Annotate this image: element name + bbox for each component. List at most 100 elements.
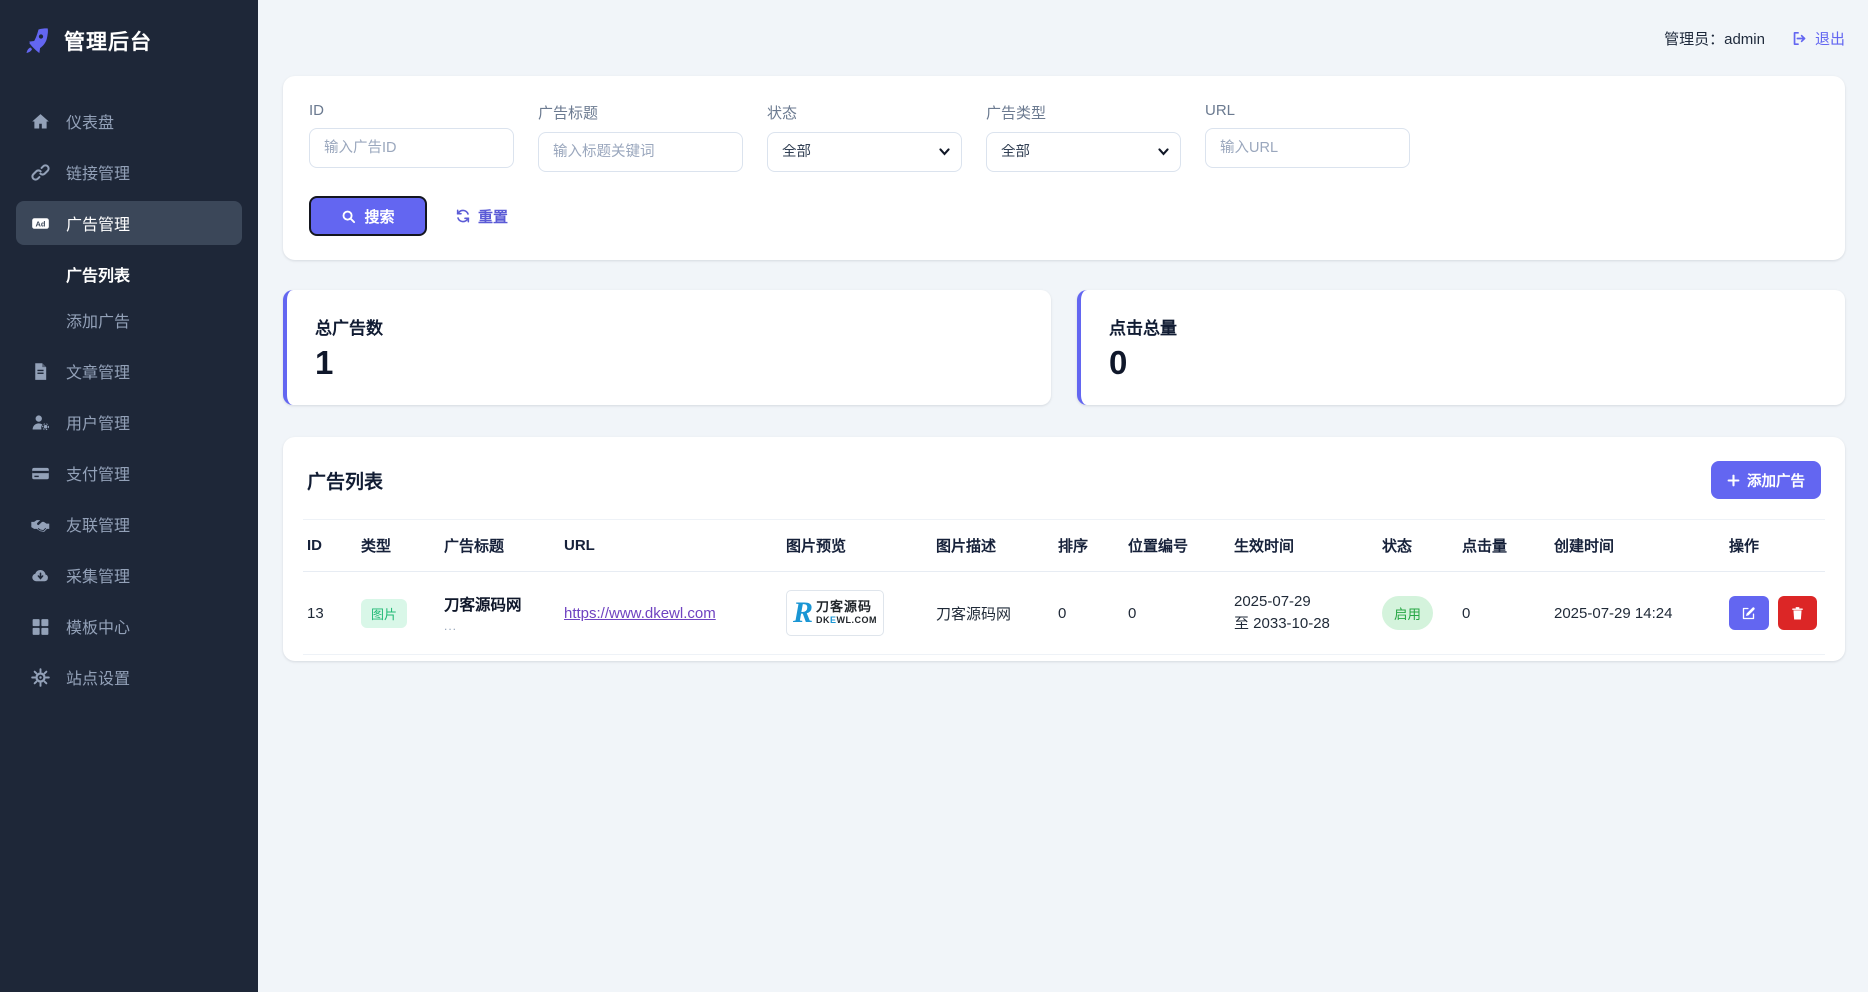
ad-image-preview[interactable]: R 刀客源码 DKEWL.COM bbox=[786, 590, 884, 636]
filter-field-url: URL bbox=[1205, 102, 1410, 172]
col-actions: 操作 bbox=[1725, 520, 1825, 572]
plus-icon bbox=[1727, 474, 1740, 487]
stat-value: 1 bbox=[315, 345, 1023, 381]
col-created: 创建时间 bbox=[1550, 520, 1725, 572]
sidebar-menu: 仪表盘 链接管理 Ad 广告管理 广告列表 添加广告 文章管理 用户管理 支付管… bbox=[0, 92, 258, 706]
sidebar-item-add-ad[interactable]: 添加广告 bbox=[16, 298, 242, 342]
cell-description: 刀客源码网 bbox=[932, 572, 1054, 655]
stats-row: 总广告数 1 点击总量 0 bbox=[283, 290, 1845, 405]
sidebar-item-label: 链接管理 bbox=[66, 160, 130, 184]
ad-url-link[interactable]: https://www.dkewl.com bbox=[564, 605, 716, 622]
link-icon bbox=[30, 162, 51, 183]
col-clicks: 点击量 bbox=[1458, 520, 1550, 572]
sidebar-item-label: 广告管理 bbox=[66, 211, 130, 235]
grid-icon bbox=[30, 616, 51, 637]
topbar: 管理员：admin 退出 bbox=[283, 0, 1845, 76]
search-button-label: 搜索 bbox=[364, 206, 394, 227]
table-header-row: ID 类型 广告标题 URL 图片预览 图片描述 排序 位置编号 生效时间 状态… bbox=[303, 520, 1825, 572]
sidebar-item-label: 站点设置 bbox=[66, 665, 130, 689]
sidebar-item-links[interactable]: 链接管理 bbox=[16, 150, 242, 194]
col-status: 状态 bbox=[1378, 520, 1458, 572]
col-sort: 排序 bbox=[1054, 520, 1124, 572]
ad-list-card: 广告列表 添加广告 ID 类型 广告标题 URL 图片预览 图片描述 bbox=[283, 437, 1845, 661]
sidebar: 管理后台 仪表盘 链接管理 Ad 广告管理 广告列表 添加广告 文章管理 用户管… bbox=[0, 0, 258, 992]
filter-label: 广告标题 bbox=[538, 102, 743, 123]
cell-sort: 0 bbox=[1054, 572, 1124, 655]
filter-field-title: 广告标题 bbox=[538, 102, 743, 172]
filter-label: 状态 bbox=[767, 102, 962, 123]
preview-cn-text: 刀客源码 bbox=[816, 600, 872, 615]
sidebar-item-ads[interactable]: Ad 广告管理 bbox=[16, 201, 242, 245]
admin-label: 管理员：admin bbox=[1664, 28, 1765, 49]
status-select[interactable]: 全部 bbox=[767, 132, 962, 172]
table-row: 13 图片 刀客源码网 ... https://www.dkewl.com R … bbox=[303, 572, 1825, 655]
logout-icon bbox=[1791, 30, 1808, 47]
sidebar-item-users[interactable]: 用户管理 bbox=[16, 400, 242, 444]
filter-field-ad-type: 广告类型 全部 bbox=[986, 102, 1181, 172]
cell-status: 启用 bbox=[1378, 572, 1458, 655]
col-id: ID bbox=[303, 520, 357, 572]
col-title: 广告标题 bbox=[440, 520, 560, 572]
effective-to: 至 2033-10-28 bbox=[1234, 613, 1370, 636]
ad-badge-icon: Ad bbox=[30, 213, 51, 234]
preview-logo-glyph: R bbox=[793, 598, 813, 628]
cell-effective-time: 2025-07-29 至 2033-10-28 bbox=[1230, 572, 1378, 655]
sidebar-item-label: 文章管理 bbox=[66, 359, 130, 383]
sidebar-item-collect[interactable]: 采集管理 bbox=[16, 553, 242, 597]
ad-title-text: 刀客源码网 bbox=[444, 593, 552, 615]
home-icon bbox=[30, 111, 51, 132]
logout-button[interactable]: 退出 bbox=[1791, 28, 1845, 49]
user-gear-icon bbox=[30, 412, 51, 433]
col-url: URL bbox=[560, 520, 782, 572]
sidebar-item-dashboard[interactable]: 仪表盘 bbox=[16, 99, 242, 143]
reset-button-label: 重置 bbox=[478, 206, 508, 227]
logout-label: 退出 bbox=[1815, 28, 1845, 49]
cell-clicks: 0 bbox=[1458, 572, 1550, 655]
col-type: 类型 bbox=[357, 520, 440, 572]
cell-preview: R 刀客源码 DKEWL.COM bbox=[782, 572, 932, 655]
sidebar-item-templates[interactable]: 模板中心 bbox=[16, 604, 242, 648]
add-ad-button[interactable]: 添加广告 bbox=[1711, 461, 1821, 499]
cell-title: 刀客源码网 ... bbox=[440, 572, 560, 655]
search-icon bbox=[341, 209, 356, 224]
sidebar-item-payments[interactable]: 支付管理 bbox=[16, 451, 242, 495]
edit-button[interactable] bbox=[1729, 596, 1769, 630]
add-ad-button-label: 添加广告 bbox=[1747, 470, 1805, 491]
cell-type: 图片 bbox=[357, 572, 440, 655]
sidebar-item-site-settings[interactable]: 站点设置 bbox=[16, 655, 242, 699]
col-description: 图片描述 bbox=[932, 520, 1054, 572]
ad-title-input[interactable] bbox=[538, 132, 743, 172]
sidebar-item-label: 采集管理 bbox=[66, 563, 130, 587]
file-icon bbox=[30, 361, 51, 382]
preview-en-text: DKEWL.COM bbox=[816, 615, 877, 626]
reset-button[interactable]: 重置 bbox=[455, 206, 508, 227]
url-input[interactable] bbox=[1205, 128, 1410, 168]
stat-title: 总广告数 bbox=[315, 314, 1023, 339]
col-position: 位置编号 bbox=[1124, 520, 1230, 572]
app-title: 管理后台 bbox=[64, 26, 152, 56]
cloud-download-icon bbox=[30, 565, 51, 586]
refresh-icon bbox=[455, 208, 471, 224]
stat-value: 0 bbox=[1109, 345, 1817, 381]
svg-text:Ad: Ad bbox=[36, 219, 46, 228]
credit-card-icon bbox=[30, 463, 51, 484]
trash-icon bbox=[1790, 606, 1805, 621]
cell-url: https://www.dkewl.com bbox=[560, 572, 782, 655]
edit-pencil-icon bbox=[1741, 606, 1756, 621]
sidebar-item-ad-list[interactable]: 广告列表 bbox=[16, 252, 242, 296]
sidebar-item-label: 支付管理 bbox=[66, 461, 130, 485]
app-logo: 管理后台 bbox=[0, 0, 258, 66]
sidebar-item-friend-links[interactable]: 友联管理 bbox=[16, 502, 242, 546]
sidebar-item-articles[interactable]: 文章管理 bbox=[16, 349, 242, 393]
search-button[interactable]: 搜索 bbox=[309, 196, 427, 236]
ad-id-input[interactable] bbox=[309, 128, 514, 168]
ad-type-select[interactable]: 全部 bbox=[986, 132, 1181, 172]
filter-card: ID 广告标题 状态 全部 广告类型 全部 bbox=[283, 76, 1845, 260]
main-content: 管理员：admin 退出 ID 广告标题 状态 全部 bbox=[258, 0, 1868, 992]
delete-button[interactable] bbox=[1778, 596, 1818, 630]
ad-table: ID 类型 广告标题 URL 图片预览 图片描述 排序 位置编号 生效时间 状态… bbox=[303, 519, 1825, 655]
col-preview: 图片预览 bbox=[782, 520, 932, 572]
stat-card-total-clicks: 点击总量 0 bbox=[1077, 290, 1845, 405]
filter-label: URL bbox=[1205, 102, 1410, 119]
handshake-icon bbox=[30, 514, 51, 535]
